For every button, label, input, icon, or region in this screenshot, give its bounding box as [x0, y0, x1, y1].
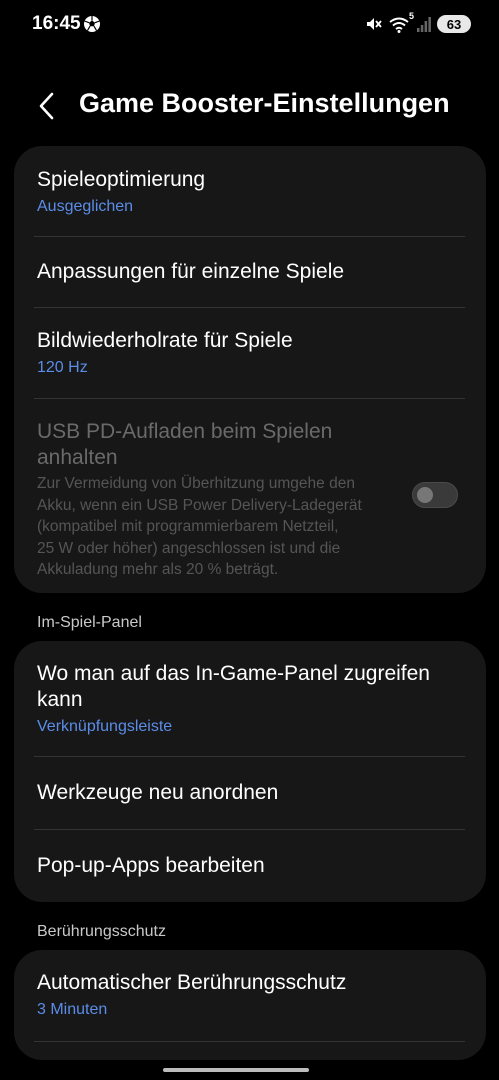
auto-touch-protection-item[interactable]: Automatischer Berührungsschutz 3 Minuten	[14, 950, 486, 1040]
item-value: 3 Minuten	[37, 1001, 108, 1018]
home-indicator[interactable]	[163, 1068, 309, 1072]
item-description: Zur Vermeidung von Überhitzung umgehe de…	[37, 473, 397, 581]
status-icons: 5 63	[365, 11, 471, 35]
mute-icon	[367, 18, 382, 30]
item-title: Spieleoptimierung	[37, 168, 206, 191]
battery-indicator: 63	[437, 15, 471, 33]
status-bar: 16:45 5 63	[0, 0, 499, 52]
desc-line: (kompatibel mit programmierbarem Netztei…	[37, 518, 339, 535]
settings-card-in-game-panel: Wo man auf das In-Game-Panel zugreifen k…	[14, 641, 486, 902]
desc-line: Akku, wenn ein USB Power Delivery-Ladege…	[37, 496, 362, 514]
item-title: Bildwiederholrate für Spiele	[37, 329, 293, 352]
desc-line: Zur Vermeidung von Überhitzung umgehe de…	[37, 475, 355, 492]
item-title-line2: kann	[37, 688, 83, 711]
app-header: Game Booster-Einstellungen	[0, 70, 499, 140]
item-title: Automatischer Berührungsschutz	[37, 971, 347, 994]
toggle-knob	[417, 487, 433, 503]
item-title: Anpassungen für einzelne Spiele	[37, 260, 345, 283]
status-time: 16:45	[32, 13, 81, 34]
settings-card-touch-protection: Automatischer Berührungsschutz 3 Minuten	[14, 950, 486, 1060]
refresh-rate-item[interactable]: Bildwiederholrate für Spiele 120 Hz	[14, 308, 486, 398]
item-value: 120 Hz	[37, 359, 88, 376]
item-title: Werkzeuge neu anordnen	[37, 781, 279, 804]
desc-line: 25 W oder höher) angeschlossen ist und d…	[37, 539, 341, 557]
page-title: Game Booster-Einstellungen	[79, 88, 450, 118]
chevron-left-icon[interactable]	[34, 90, 60, 122]
panel-access-item[interactable]: Wo man auf das In-Game-Panel zugreifen k…	[14, 641, 486, 756]
item-title-line1: USB PD-Aufladen beim Spielen	[37, 420, 333, 443]
usb-pd-toggle[interactable]	[412, 482, 458, 508]
per-game-adjustments-item[interactable]: Anpassungen für einzelne Spiele	[14, 237, 486, 307]
item-title: Pop-up-Apps bearbeiten	[37, 854, 265, 877]
soccer-ball-icon	[84, 16, 100, 32]
section-header-touch-protection: Berührungsschutz	[37, 923, 166, 940]
item-title-line1: Wo man auf das In-Game-Panel zugreifen	[37, 662, 430, 685]
wifi-icon: 5	[389, 11, 414, 33]
settings-card-general: Spieleoptimierung Ausgeglichen Anpassung…	[14, 146, 486, 593]
signal-icon	[417, 17, 431, 32]
game-optimization-item[interactable]: Spieleoptimierung Ausgeglichen	[14, 146, 486, 236]
rearrange-tools-item[interactable]: Werkzeuge neu anordnen	[14, 757, 486, 829]
edit-popup-apps-item[interactable]: Pop-up-Apps bearbeiten	[14, 830, 486, 902]
section-header-in-game-panel: Im-Spiel-Panel	[37, 614, 142, 631]
divider	[34, 1041, 465, 1042]
item-value: Ausgeglichen	[37, 198, 134, 215]
item-value: Verknüpfungsleiste	[37, 718, 173, 735]
item-title-line2: anhalten	[37, 446, 118, 469]
wifi-badge: 5	[408, 11, 414, 21]
desc-line: Akkuladung mehr als 20 % beträgt.	[37, 561, 279, 578]
